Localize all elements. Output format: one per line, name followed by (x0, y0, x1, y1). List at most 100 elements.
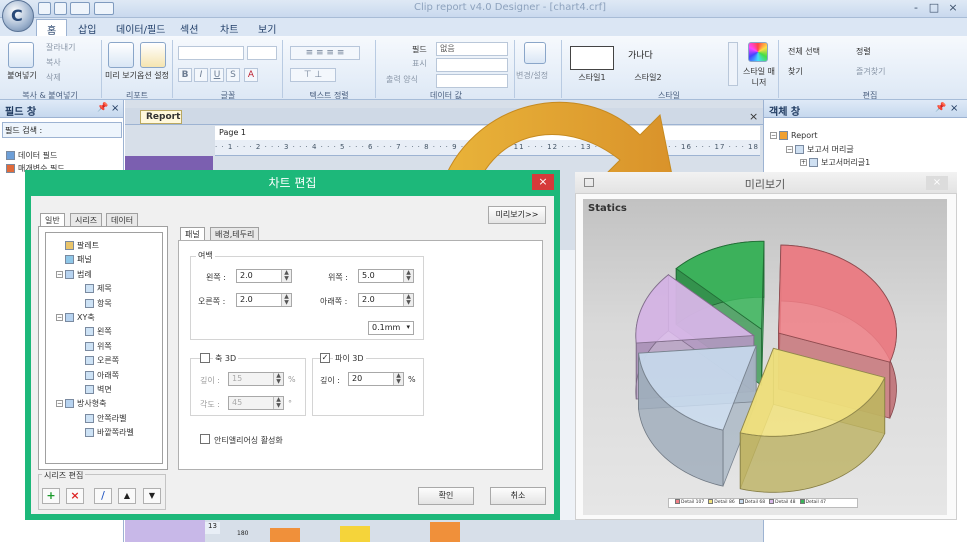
style-manager-icon[interactable] (748, 42, 768, 62)
axis-depth-input[interactable]: 15 ▲ ▼ (228, 372, 284, 386)
style-gallery-scroll[interactable] (728, 42, 738, 86)
bottom-margin-input[interactable]: 2.0 ▲ ▼ (358, 293, 414, 307)
expand-icon[interactable]: − (56, 400, 63, 408)
paste-button[interactable]: 붙여넣기 (2, 70, 42, 81)
tree-node[interactable]: 팔레트 (56, 240, 99, 251)
detail-band[interactable] (125, 520, 205, 542)
pane-pin-icon[interactable]: 📌 (935, 103, 946, 113)
minimize-button[interactable]: - (908, 1, 924, 15)
preview-icon[interactable] (108, 42, 134, 68)
strikethrough-button[interactable]: S (226, 68, 240, 82)
delete-series-button[interactable]: × (66, 488, 84, 504)
tree-node[interactable]: 항목 (76, 298, 112, 309)
bold-button[interactable]: B (178, 68, 192, 82)
expand-icon[interactable]: − (56, 314, 63, 321)
change-setting-icon[interactable] (524, 42, 546, 64)
favorite-button[interactable]: 즐겨찾기 (856, 66, 885, 77)
cancel-button[interactable]: 취소 (490, 487, 546, 505)
sort-button[interactable]: 정렬 (856, 46, 871, 57)
tab-chart[interactable]: 차트 (210, 19, 248, 36)
tree-item-data-field[interactable]: 데이터 필드 (6, 150, 57, 161)
pane-close-icon[interactable]: × (111, 103, 119, 114)
ok-button[interactable]: 확인 (418, 487, 474, 505)
underline-button[interactable]: U (210, 68, 224, 82)
tab-data-field[interactable]: 데이터/필드 (106, 19, 175, 36)
move-series-down-button[interactable]: ▼ (143, 488, 161, 504)
top-margin-input[interactable]: 5.0 ▲ ▼ (358, 269, 414, 283)
tree-node[interactable]: 아래쪽 (76, 370, 119, 381)
tab-data[interactable]: 데이터 (106, 213, 139, 227)
section-band[interactable] (125, 156, 213, 170)
select-all-button[interactable]: 전체 선택 (788, 46, 820, 57)
close-window-button[interactable]: × (945, 1, 961, 15)
preview-toggle-button[interactable]: 미리보기>> (488, 206, 546, 224)
close-document-icon[interactable]: × (749, 110, 758, 123)
app-menu-button[interactable]: C (2, 0, 34, 32)
unit-dropdown[interactable]: 0.1mm ▾ (368, 321, 414, 335)
tab-background-border[interactable]: 배경,테두리 (210, 227, 260, 241)
dialog-close-button[interactable]: × (532, 174, 554, 190)
tree-node[interactable]: 제목 (76, 283, 112, 294)
report-document-tab[interactable]: Report (140, 110, 182, 124)
redo-icon[interactable] (94, 2, 114, 15)
pie-3d-checkbox[interactable]: ✓ (320, 353, 330, 363)
tab-general[interactable]: 일반 (40, 213, 65, 227)
find-button[interactable]: 찾기 (788, 66, 803, 77)
expand-icon[interactable]: − (56, 270, 63, 278)
field-search-input[interactable]: 필드 검색 : (2, 122, 122, 138)
tree-node[interactable]: − XY축 (56, 312, 95, 323)
tree-node[interactable]: 위쪽 (76, 341, 112, 352)
antialias-checkbox[interactable] (200, 434, 210, 444)
font-size-dropdown[interactable] (247, 46, 277, 60)
object-tree-report-header[interactable]: − 보고서 머리글 (786, 144, 854, 155)
copy-button[interactable]: 복사 (46, 57, 61, 68)
italic-button[interactable]: I (194, 68, 208, 82)
tree-node[interactable]: − 범례 (56, 269, 92, 280)
move-series-up-button[interactable]: ▲ (118, 488, 136, 504)
style1-preview[interactable] (570, 46, 614, 70)
pie-depth-input[interactable]: 20 ▲ ▼ (348, 372, 404, 386)
field-dropdown[interactable]: 없음 (436, 42, 508, 56)
font-name-dropdown[interactable] (178, 46, 244, 60)
edit-series-button[interactable]: / (94, 488, 112, 504)
right-margin-input[interactable]: 2.0 ▲ ▼ (236, 293, 292, 307)
tree-node[interactable]: 오른쪽 (76, 355, 119, 366)
cut-button[interactable]: 잘라내기 (46, 42, 75, 53)
add-series-button[interactable]: + (42, 488, 60, 504)
object-tree-report-header1[interactable]: + 보고서머리글1 (800, 157, 870, 168)
tab-section[interactable]: 섹션 (170, 19, 208, 36)
axis-angle-input[interactable]: 45 ▲ ▼ (228, 396, 284, 410)
open-icon[interactable] (54, 2, 67, 15)
undo-icon[interactable] (70, 2, 90, 15)
option-icon[interactable] (140, 42, 166, 68)
style-manager-button[interactable]: 스타일 매니저 (742, 66, 776, 88)
maximize-button[interactable]: □ (926, 1, 942, 15)
tree-node[interactable]: 안쪽라벨 (76, 413, 126, 424)
tree-node[interactable]: − 방사형축 (56, 398, 106, 409)
tab-insert[interactable]: 삽입 (68, 19, 106, 36)
tab-view[interactable]: 보기 (248, 19, 286, 36)
style2-preview[interactable]: 가나다 (626, 46, 670, 70)
tab-series[interactable]: 시리즈 (70, 213, 103, 227)
tab-panel[interactable]: 패널 (180, 227, 205, 241)
option-button[interactable]: 옵션 설정 (136, 70, 170, 81)
object-tree-report[interactable]: − Report (770, 131, 818, 140)
left-margin-input[interactable]: 2.0 ▲ ▼ (236, 269, 292, 283)
font-color-button[interactable]: A (244, 68, 258, 82)
format-dropdown[interactable] (436, 58, 508, 72)
valign-buttons[interactable]: ⊤ ⊥ (290, 68, 336, 82)
save-icon[interactable] (38, 2, 51, 15)
axis-3d-checkbox[interactable] (200, 353, 210, 363)
pane-close-icon[interactable]: × (950, 103, 958, 114)
paste-icon[interactable] (8, 42, 34, 68)
preview-close-button[interactable]: × (926, 176, 948, 190)
tree-node[interactable]: 왼쪽 (76, 326, 112, 337)
tree-node[interactable]: 바깥쪽라벨 (76, 427, 134, 438)
tree-node[interactable]: 벽면 (76, 384, 112, 395)
pane-pin-icon[interactable]: 📌 (97, 103, 108, 113)
tab-home[interactable]: 홈 (36, 19, 68, 37)
preview-button[interactable]: 미리 보기 (104, 70, 138, 81)
align-buttons[interactable]: ≡ ≡ ≡ ≡ (290, 46, 360, 60)
delete-button[interactable]: 삭제 (46, 72, 61, 83)
tree-node[interactable]: 패널 (56, 254, 92, 265)
